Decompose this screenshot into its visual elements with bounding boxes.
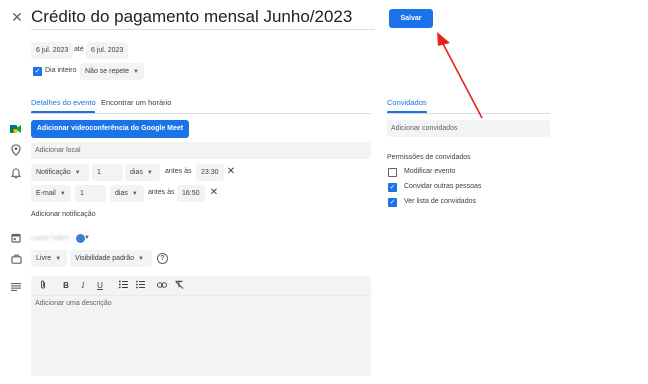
all-day-label: Dia inteiro [45, 67, 77, 74]
google-meet-icon [10, 124, 21, 134]
tab-event-details[interactable]: Detalhes do evento [31, 97, 96, 109]
notification-type-value: E-mail [36, 190, 56, 197]
start-date-chip[interactable]: 6 jul. 2023 [31, 42, 74, 59]
modify-event-label: Modificar evento [404, 168, 456, 175]
caret-down-icon: ▼ [59, 191, 66, 197]
description-toolbar: B I U [31, 276, 371, 296]
caret-down-icon: ▼ [131, 191, 138, 197]
notification-type-dropdown[interactable]: E-mail ▼ [31, 185, 71, 202]
close-icon[interactable]: ✕ [10, 10, 24, 24]
notification-unit-value: dias [130, 169, 143, 176]
description-editor[interactable]: B I U Adicionar uma descrição [31, 276, 371, 376]
see-guest-list-label: Ver lista de convidados [404, 198, 476, 205]
help-icon[interactable]: ? [157, 253, 168, 264]
briefcase-icon [11, 254, 22, 264]
all-day-checkbox[interactable]: ✓ [33, 67, 42, 76]
guests-tab[interactable]: Convidados [387, 97, 427, 109]
title-field[interactable]: Crédito do pagamento mensal Junho/2023 [31, 6, 375, 30]
end-date-chip[interactable]: 6 jul. 2023 [86, 42, 129, 59]
caret-down-icon: ▼ [138, 256, 144, 262]
before-at-label: antes às [148, 189, 175, 196]
notification-type-value: Notificação [36, 169, 71, 176]
caret-down-icon: ▼ [146, 170, 153, 176]
guest-permissions-title: Permissões de convidados [387, 154, 471, 161]
caret-down-icon: ▼ [132, 69, 139, 75]
add-meet-button[interactable]: Adicionar videoconferência do Google Mee… [31, 120, 189, 138]
repeat-value: Não se repete [85, 68, 129, 75]
location-input[interactable]: Adicionar local [31, 142, 371, 159]
description-lines-icon [11, 283, 21, 291]
notification-time-input[interactable]: 16:50 [177, 185, 205, 202]
visibility-value: Visibilidade padrão [75, 255, 135, 262]
tab-find-time[interactable]: Encontrar um horário [101, 97, 171, 109]
remove-notification-icon[interactable]: ✕ [208, 187, 220, 199]
save-button[interactable]: Salvar [389, 9, 433, 28]
to-label: até [74, 46, 84, 53]
annotation-arrow [437, 32, 483, 119]
link-icon[interactable] [156, 280, 168, 292]
bulleted-list-icon[interactable] [134, 280, 146, 293]
add-guests-input[interactable]: Adicionar convidados [387, 120, 550, 137]
location-pin-icon [11, 144, 21, 157]
modify-event-checkbox[interactable] [388, 168, 397, 177]
clear-formatting-icon[interactable] [173, 280, 185, 293]
visibility-dropdown[interactable]: Visibilidade padrão ▼ [70, 250, 152, 267]
bell-icon [10, 168, 22, 179]
repeat-dropdown[interactable]: Não se repete ▼ [80, 63, 144, 80]
invite-others-label: Convidar outras pessoas [404, 183, 482, 190]
see-guest-list-checkbox[interactable]: ✓ [388, 198, 397, 207]
remove-notification-icon[interactable]: ✕ [225, 166, 237, 178]
italic-icon[interactable]: I [77, 280, 89, 292]
before-at-label: antes às [165, 168, 192, 175]
underline-icon[interactable]: U [94, 280, 106, 292]
notification-amount-input[interactable]: 1 [92, 164, 123, 181]
tabs-divider [31, 113, 371, 114]
notification-time-input[interactable]: 23:30 [196, 164, 224, 181]
numbered-list-icon[interactable] [117, 280, 129, 293]
caret-down-icon: ▼ [55, 256, 62, 262]
availability-dropdown[interactable]: Livre ▼ [31, 250, 67, 267]
notification-unit-dropdown[interactable]: dias ▼ [110, 185, 144, 202]
caret-down-icon: ▼ [74, 170, 81, 176]
notification-unit-dropdown[interactable]: dias ▼ [125, 164, 160, 181]
notification-type-dropdown[interactable]: Notificação ▼ [31, 164, 89, 181]
attachment-icon[interactable] [37, 280, 49, 294]
notification-amount-input[interactable]: 1 [75, 185, 106, 202]
availability-value: Livre [36, 255, 52, 262]
bold-icon[interactable]: B [60, 280, 72, 292]
description-placeholder: Adicionar uma descrição [35, 300, 112, 307]
calendar-icon [11, 233, 21, 243]
add-notification-link[interactable]: Adicionar notificação [31, 209, 96, 221]
calendar-owner-name[interactable]: Laura Yalles [31, 233, 69, 245]
event-title[interactable]: Crédito do pagamento mensal Junho/2023 [31, 6, 375, 28]
invite-others-checkbox[interactable]: ✓ [388, 183, 397, 192]
caret-down-icon[interactable]: ▼ [84, 235, 90, 241]
notification-unit-value: dias [115, 190, 128, 197]
